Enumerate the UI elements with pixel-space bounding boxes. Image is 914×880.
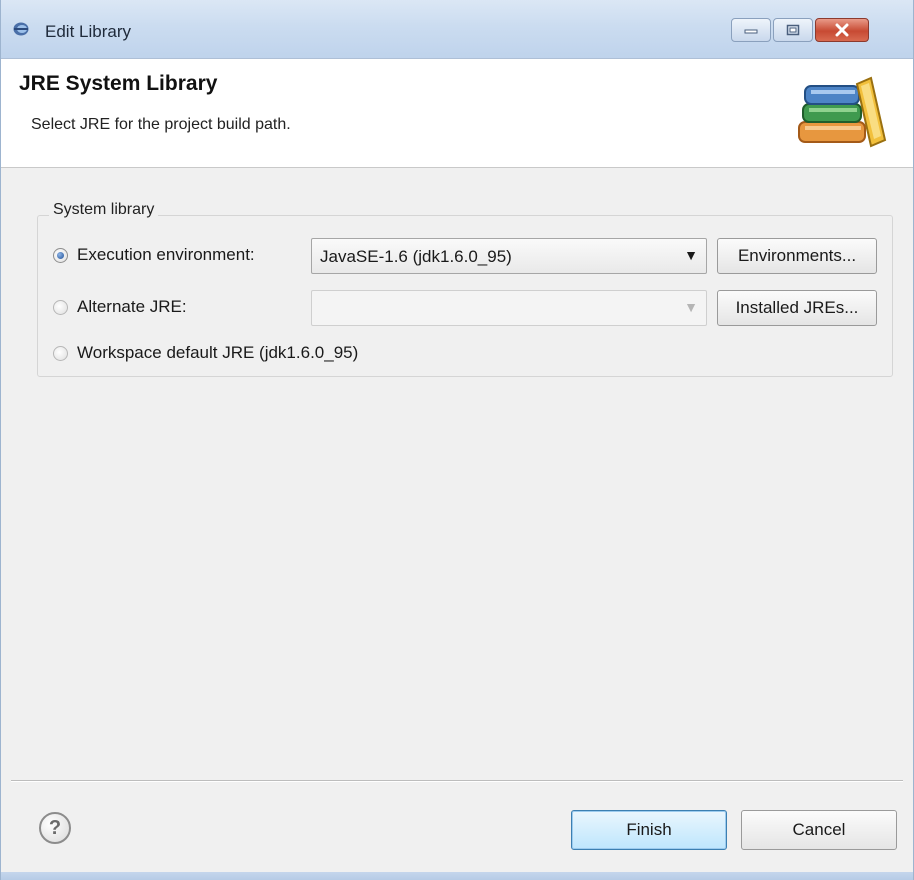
books-library-icon <box>798 76 887 148</box>
minimize-button[interactable] <box>731 18 771 42</box>
workspace-default-jre-radio[interactable] <box>53 346 68 361</box>
help-icon[interactable]: ? <box>39 812 71 844</box>
execution-environment-label: Execution environment: <box>77 245 255 264</box>
alternate-jre-combo[interactable]: ▼ <box>311 290 707 326</box>
page-description: Select JRE for the project build path. <box>31 116 291 133</box>
window-bottom-border <box>1 872 913 880</box>
maximize-icon <box>786 24 800 36</box>
footer-divider <box>11 780 903 782</box>
alternate-jre-label: Alternate JRE: <box>77 297 187 316</box>
edit-library-dialog: Edit Library JRE System Library Select J… <box>0 0 914 880</box>
maximize-button[interactable] <box>773 18 813 42</box>
close-icon <box>835 23 849 37</box>
cancel-button[interactable]: Cancel <box>741 810 897 850</box>
execution-environment-value: JavaSE-1.6 (jdk1.6.0_95) <box>320 247 512 266</box>
close-button[interactable] <box>815 18 869 42</box>
chevron-down-icon: ▼ <box>684 247 698 263</box>
window-title: Edit Library <box>45 22 131 41</box>
installed-jres-button[interactable]: Installed JREs... <box>717 290 877 326</box>
alternate-jre-radio[interactable] <box>53 300 68 315</box>
execution-environment-radio[interactable] <box>53 248 68 263</box>
minimize-icon <box>744 29 758 34</box>
chevron-down-icon: ▼ <box>684 299 698 315</box>
execution-environment-combo[interactable]: JavaSE-1.6 (jdk1.6.0_95) ▼ <box>311 238 707 274</box>
environments-button[interactable]: Environments... <box>717 238 877 274</box>
workspace-default-jre-label: Workspace default JRE (jdk1.6.0_95) <box>77 343 359 362</box>
page-title: JRE System Library <box>19 72 218 95</box>
finish-button[interactable]: Finish <box>571 810 727 850</box>
eclipse-app-icon <box>13 22 29 36</box>
system-library-label: System library <box>49 201 159 219</box>
title-bar[interactable]: Edit Library <box>1 0 913 59</box>
